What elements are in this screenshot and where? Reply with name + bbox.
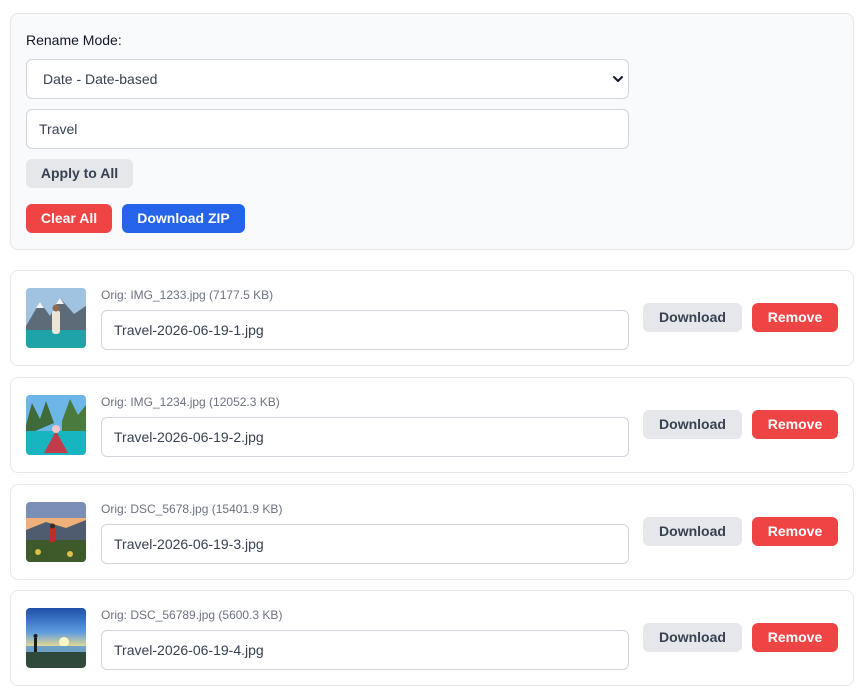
remove-button[interactable]: Remove [752,303,838,332]
remove-button[interactable]: Remove [752,410,838,439]
download-button[interactable]: Download [643,623,742,652]
rename-mode-select[interactable]: Date - Date-based [26,59,629,99]
original-file-info: Orig: DSC_56789.jpg (5600.3 KB) [101,608,283,622]
apply-to-all-button[interactable]: Apply to All [26,159,133,188]
remove-button[interactable]: Remove [752,623,838,652]
image-thumbnail [26,608,86,668]
file-row: Orig: IMG_1234.jpg (12052.3 KB) Travel-2… [10,377,854,473]
download-button[interactable]: Download [643,303,742,332]
download-button[interactable]: Download [643,517,742,546]
clear-all-button[interactable]: Clear All [26,204,112,233]
chevron-down-icon [613,76,623,82]
download-button[interactable]: Download [643,410,742,439]
rename-controls-panel: Rename Mode: Date - Date-based Travel Ap… [10,13,854,250]
download-zip-button[interactable]: Download ZIP [122,204,245,233]
image-thumbnail [26,288,86,348]
image-thumbnail [26,395,86,455]
remove-button[interactable]: Remove [752,517,838,546]
new-filename-input[interactable]: Travel-2026-06-19-1.jpg [101,310,629,350]
new-filename-input[interactable]: Travel-2026-06-19-2.jpg [101,417,629,457]
image-thumbnail [26,502,86,562]
original-file-info: Orig: IMG_1233.jpg (7177.5 KB) [101,288,274,302]
file-row: Orig: DSC_56789.jpg (5600.3 KB) Travel-2… [10,590,854,686]
file-row: Orig: DSC_5678.jpg (15401.9 KB) Travel-2… [10,484,854,580]
new-filename-input[interactable]: Travel-2026-06-19-3.jpg [101,524,629,564]
file-row: Orig: IMG_1233.jpg (7177.5 KB) Travel-20… [10,270,854,366]
rename-mode-selected-value: Date - Date-based [43,71,158,87]
new-filename-input[interactable]: Travel-2026-06-19-4.jpg [101,630,629,670]
rename-mode-label: Rename Mode: [26,32,122,48]
prefix-input[interactable]: Travel [26,109,629,149]
original-file-info: Orig: DSC_5678.jpg (15401.9 KB) [101,502,283,516]
original-file-info: Orig: IMG_1234.jpg (12052.3 KB) [101,395,280,409]
